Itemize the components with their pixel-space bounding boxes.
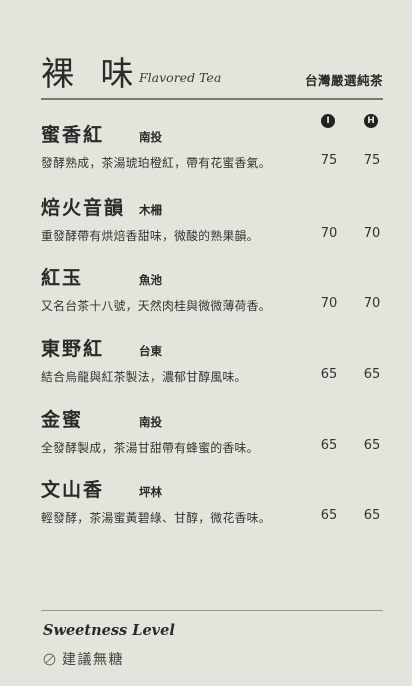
sweetness-title: Sweetness Level (43, 622, 175, 639)
footer-divider (41, 610, 383, 611)
item-origin: 魚池 (139, 273, 162, 287)
page-title-english: Flavored Tea (139, 70, 222, 85)
item-description: 輕發酵，茶湯蜜黃碧綠、甘醇，微花香味。 (41, 511, 271, 525)
price-iced: 65 (320, 367, 338, 382)
price-iced: 70 (320, 226, 338, 241)
price-hot: 70 (363, 296, 381, 311)
item-origin: 木柵 (139, 203, 162, 217)
price-hot: 65 (363, 367, 381, 382)
menu-item[interactable]: 紅玉 魚池 又名台茶十八號，天然肉桂與微微薄荷香。 70 70 (41, 266, 383, 316)
sweetness-row: 建議無糖 (43, 649, 124, 669)
item-origin: 南投 (139, 130, 162, 144)
header-divider (41, 98, 383, 100)
item-name: 焙火音韻 (41, 197, 126, 219)
page-subtitle: 台灣嚴選純茶 (304, 73, 383, 88)
item-description: 全發酵製成，茶湯甘甜帶有蜂蜜的香味。 (41, 441, 259, 455)
item-name: 金蜜 (41, 409, 84, 431)
price-iced: 65 (320, 438, 338, 453)
item-name: 東野紅 (41, 338, 105, 360)
menu-item[interactable]: 蜜香紅 南投 發酵熟成，茶湯琥珀橙紅，帶有花蜜香氣。 75 75 (41, 123, 383, 173)
sweetness-note: 建議無糖 (62, 652, 124, 668)
menu-item[interactable]: 焙火音韻 木柵 重發酵帶有烘焙香甜味，微酸的熟果韻。 70 70 (41, 196, 383, 246)
menu-item[interactable]: 金蜜 南投 全發酵製成，茶湯甘甜帶有蜂蜜的香味。 65 65 (41, 408, 383, 458)
item-name: 紅玉 (41, 267, 84, 289)
price-hot: 65 (363, 508, 381, 523)
item-name: 文山香 (41, 479, 105, 501)
price-iced: 75 (320, 153, 338, 168)
price-iced: 65 (320, 508, 338, 523)
price-hot: 65 (363, 438, 381, 453)
price-hot: 75 (363, 153, 381, 168)
menu-header: 裸 味 Flavored Tea 台灣嚴選純茶 (41, 52, 383, 102)
no-sugar-icon (43, 653, 56, 665)
menu-item[interactable]: 文山香 坪林 輕發酵，茶湯蜜黃碧綠、甘醇，微花香味。 65 65 (41, 478, 383, 528)
price-hot: 70 (363, 226, 381, 241)
menu-item[interactable]: 東野紅 台東 結合烏龍與紅茶製法，濃郁甘醇風味。 65 65 (41, 337, 383, 387)
price-iced: 70 (320, 296, 338, 311)
item-name: 蜜香紅 (41, 124, 105, 146)
item-origin: 台東 (139, 344, 162, 358)
page-title: 裸 味 (41, 54, 142, 93)
item-origin: 坪林 (139, 485, 162, 499)
item-description: 又名台茶十八號，天然肉桂與微微薄荷香。 (41, 299, 271, 313)
item-description: 結合烏龍與紅茶製法，濃郁甘醇風味。 (41, 370, 247, 384)
item-description: 重發酵帶有烘焙香甜味，微酸的熟果韻。 (41, 229, 259, 243)
item-origin: 南投 (139, 415, 162, 429)
item-description: 發酵熟成，茶湯琥珀橙紅，帶有花蜜香氣。 (41, 156, 271, 170)
